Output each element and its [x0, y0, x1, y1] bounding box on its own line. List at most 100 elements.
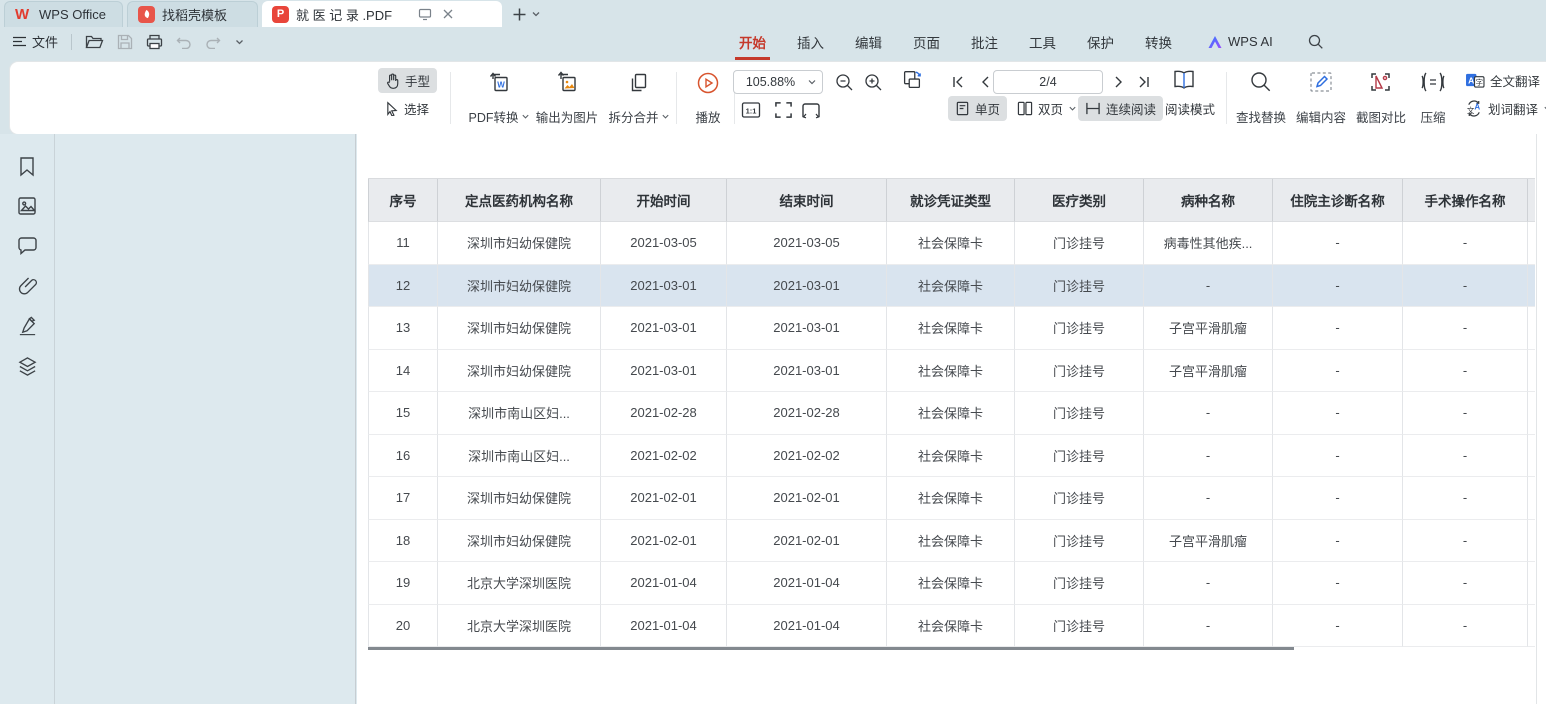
column-header: 序号 [368, 179, 438, 222]
close-tab-icon[interactable] [442, 8, 454, 20]
compress-button[interactable]: 压缩 [1414, 70, 1452, 126]
table-cell: 2021-03-01 [727, 307, 887, 350]
tab-wps-office[interactable]: W WPS Office [4, 1, 123, 27]
pdf-convert-button[interactable]: W PDF转换 [468, 70, 530, 126]
table-row[interactable]: 18深圳市妇幼保健院2021-02-012021-02-01社会保障卡门诊挂号子… [368, 520, 1535, 563]
layers-panel-icon[interactable] [17, 356, 39, 378]
find-replace-button[interactable]: 查找替换 [1234, 70, 1288, 126]
menu-item-convert[interactable]: 转换 [1143, 28, 1174, 56]
print-icon[interactable] [146, 34, 163, 50]
single-page-button[interactable]: 单页 [948, 96, 1007, 121]
actual-size-button[interactable]: 1:1 [739, 98, 763, 122]
table-cell: 2021-03-05 [601, 222, 727, 265]
menu-item-annotate[interactable]: 批注 [969, 28, 1000, 56]
menu-item-tools[interactable]: 工具 [1027, 28, 1058, 56]
hand-tool-button[interactable]: 手型 [378, 68, 437, 93]
table-row[interactable]: 11深圳市妇幼保健院2021-03-052021-03-05社会保障卡门诊挂号病… [368, 222, 1535, 265]
menu-item-protect[interactable]: 保护 [1085, 28, 1116, 56]
chevron-down-icon [661, 112, 670, 121]
table-row[interactable]: 14深圳市妇幼保健院2021-03-012021-03-01社会保障卡门诊挂号子… [368, 350, 1535, 393]
svg-text:A: A [1468, 75, 1474, 85]
menu-item-page[interactable]: 页面 [911, 28, 942, 56]
svg-text:字: 字 [1475, 77, 1483, 87]
continuous-read-label: 连续阅读 [1106, 99, 1156, 118]
play-button[interactable]: 播放 [688, 70, 728, 126]
table-cell: 深圳市妇幼保健院 [438, 477, 601, 520]
table-row[interactable]: 17深圳市妇幼保健院2021-02-012021-02-01社会保障卡门诊挂号-… [368, 477, 1535, 520]
undo-icon[interactable] [176, 35, 192, 49]
menu-bar: 文件 开始 插入 编辑 页面 [0, 27, 1546, 56]
last-page-button[interactable] [1132, 70, 1156, 94]
zoom-out-button[interactable] [832, 70, 856, 94]
redo-icon[interactable] [205, 35, 221, 49]
rotate-pages-button[interactable] [900, 68, 924, 92]
next-page-button[interactable] [1107, 70, 1131, 94]
word-translate-button[interactable]: A 文 划词翻译 [1458, 96, 1546, 121]
wps-ai-icon [1207, 35, 1223, 49]
table-cell: 2021-03-01 [727, 350, 887, 393]
table-cell: - [1403, 392, 1528, 435]
continuous-read-button[interactable]: 连续阅读 [1078, 96, 1163, 121]
table-row[interactable]: 15深圳市南山区妇...2021-02-282021-02-28社会保障卡门诊挂… [368, 392, 1535, 435]
menubar-search-icon[interactable] [1308, 34, 1324, 50]
table-cell: 2021-01-04 [727, 605, 887, 648]
save-icon[interactable] [117, 34, 133, 50]
table-cell [1528, 477, 1535, 520]
table-cell: 14 [368, 350, 438, 393]
double-page-button[interactable]: 双页 [1010, 96, 1084, 121]
thumbnail-panel-icon[interactable] [17, 196, 39, 218]
ribbon-menus: 开始 插入 编辑 页面 批注 工具 保护 转换 WPS AI [737, 27, 1324, 56]
table-cell: - [1403, 477, 1528, 520]
svg-text:A: A [1474, 102, 1480, 111]
export-as-image-button[interactable]: 输出为图片 [534, 70, 600, 126]
menu-item-insert[interactable]: 插入 [795, 28, 826, 56]
fit-width-button[interactable] [799, 98, 823, 122]
table-row[interactable]: 19北京大学深圳医院2021-01-042021-01-04社会保障卡门诊挂号-… [368, 562, 1535, 605]
table-cell: 12 [368, 265, 438, 308]
signature-panel-icon[interactable] [17, 316, 39, 338]
new-tab-button[interactable] [512, 1, 541, 27]
table-row[interactable]: 13深圳市妇幼保健院2021-03-012021-03-01社会保障卡门诊挂号子… [368, 307, 1535, 350]
send-to-device-icon[interactable] [418, 8, 432, 21]
qat-more-icon[interactable] [234, 37, 245, 47]
split-merge-button[interactable]: 拆分合并 [608, 70, 670, 126]
page-number-input[interactable]: 2/4 [993, 70, 1103, 94]
table-cell: 门诊挂号 [1015, 562, 1144, 605]
vertical-scrollbar[interactable] [1536, 134, 1546, 704]
zoom-in-button[interactable] [861, 70, 885, 94]
table-cell: 18 [368, 520, 438, 563]
menu-item-edit[interactable]: 编辑 [853, 28, 884, 56]
attachment-panel-icon[interactable] [17, 276, 39, 298]
table-cell: - [1273, 222, 1403, 265]
chevron-down-icon [1068, 104, 1077, 113]
fit-page-button[interactable] [771, 98, 795, 122]
menu-item-home[interactable]: 开始 [737, 28, 768, 56]
edit-content-button[interactable]: 编辑内容 [1294, 70, 1348, 126]
open-file-icon[interactable] [85, 34, 104, 50]
read-mode-icon-button[interactable] [1172, 68, 1196, 92]
screenshot-compare-button[interactable]: 截图对比 [1354, 70, 1408, 126]
full-text-translate-button[interactable]: A 字 全文翻译 [1458, 68, 1546, 93]
wps-ai-button[interactable]: WPS AI [1207, 34, 1273, 49]
column-header: 病种名称 [1144, 179, 1273, 222]
tab-active-document[interactable]: P 就 医 记 录 .PDF [262, 1, 502, 27]
column-header [1528, 179, 1535, 222]
document-workspace: 序号定点医药机构名称开始时间结束时间就诊凭证类型医疗类别病种名称住院主诊断名称手… [0, 134, 1546, 704]
table-cell [1528, 265, 1535, 308]
table-row[interactable]: 16深圳市南山区妇...2021-02-022021-02-02社会保障卡门诊挂… [368, 435, 1535, 478]
table-row[interactable]: 20北京大学深圳医院2021-01-042021-01-04社会保障卡门诊挂号-… [368, 605, 1535, 648]
compress-icon [1419, 70, 1447, 94]
bookmark-panel-icon[interactable] [17, 156, 39, 178]
table-cell: 社会保障卡 [887, 435, 1015, 478]
single-page-label: 单页 [975, 99, 1000, 118]
table-cell: 2021-03-01 [601, 307, 727, 350]
read-mode-button[interactable]: 阅读模式 [1158, 96, 1222, 121]
first-page-button[interactable] [946, 70, 970, 94]
zoom-level-combobox[interactable]: 105.88% [733, 70, 823, 94]
tab-docer-templates[interactable]: 找稻壳模板 [127, 1, 258, 27]
table-row[interactable]: 12深圳市妇幼保健院2021-03-012021-03-01社会保障卡门诊挂号-… [368, 265, 1535, 308]
select-tool-button[interactable]: 选择 [378, 96, 436, 121]
table-cell: 16 [368, 435, 438, 478]
comment-panel-icon[interactable] [17, 236, 39, 258]
file-menu-button[interactable]: 文件 [12, 32, 58, 51]
